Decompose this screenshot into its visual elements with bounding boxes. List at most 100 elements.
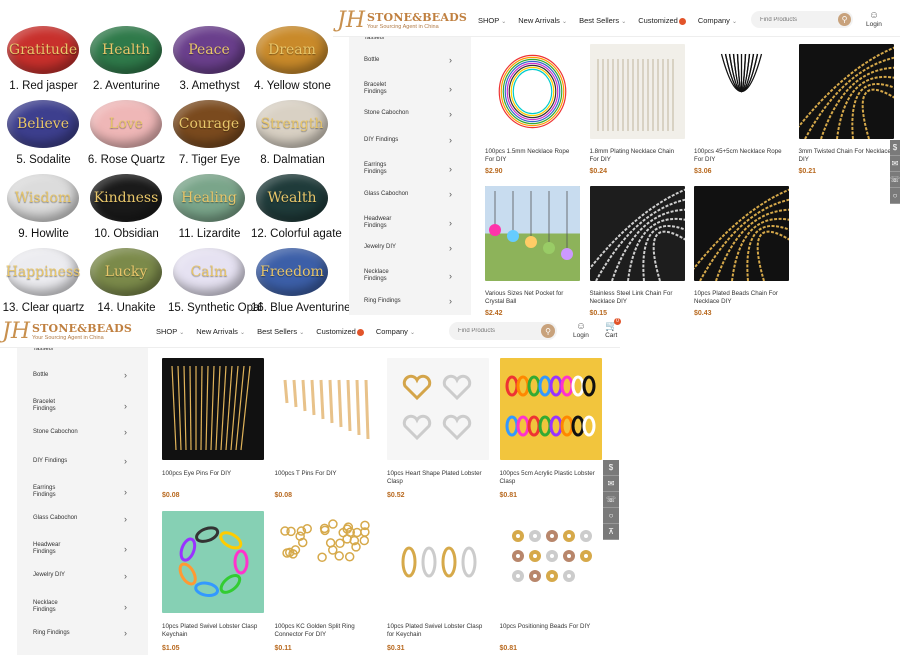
search-input[interactable] <box>760 11 832 28</box>
product-image[interactable] <box>694 44 789 139</box>
product-image[interactable] <box>274 358 377 460</box>
sidebar-item-earrings-findings[interactable]: Earrings Findings › <box>364 162 452 176</box>
product-image[interactable] <box>694 186 789 281</box>
sidebar-item-diy-findings[interactable]: DIY Findings › <box>364 135 452 145</box>
user-icon: ☺ <box>575 321 587 332</box>
chevron-down-icon: ⌄ <box>299 330 305 336</box>
bottom-login-button[interactable]: ☺ Login <box>573 321 589 339</box>
search-icon[interactable]: ⚲ <box>838 13 851 26</box>
mail-icon[interactable]: ✉ <box>890 156 900 172</box>
nav-company[interactable]: Company ⌄ <box>698 16 737 25</box>
product-title[interactable]: 10pcs Heart Shape Plated Lobster Clasp <box>387 470 489 486</box>
product-card[interactable]: 10pcs Positioning Beads For DIY $0.81 <box>499 511 602 660</box>
product-image[interactable] <box>387 358 489 460</box>
sidebar-item-stone-cabochon[interactable]: Stone Cabochon › <box>364 109 452 119</box>
product-card[interactable]: 10pcs Heart Shape Plated Lobster Clasp $0… <box>387 358 489 507</box>
bottom-logo[interactable]: JH STONE&BEADS Your Sourcing Agent in Ch… <box>2 319 132 344</box>
product-title[interactable]: 10pcs Positioning Beads For DIY <box>500 623 602 631</box>
product-title[interactable]: 100pcs Eye Pins For DIY <box>162 470 264 478</box>
product-card[interactable]: 10pcs Plated Beads Chain For Necklace DI… <box>694 186 789 324</box>
sidebar-item-glass-cabochon[interactable]: Glass Cabochon › <box>33 514 127 524</box>
dollar-icon[interactable]: $ <box>890 140 900 156</box>
phone-icon[interactable]: ☏ <box>603 492 619 508</box>
product-card[interactable]: Various Sizes Net Pocket for Crystal Bal… <box>485 186 580 324</box>
sidebar-item-bottle[interactable]: Bottle › <box>364 55 452 65</box>
product-title[interactable]: 10pcs Plated Swivel Lobster Clasp Keycha… <box>162 623 264 639</box>
product-title[interactable]: 100pcs 5cm Acrylic Plastic Lobster Clasp <box>500 470 602 486</box>
nav-best-sellers[interactable]: Best Sellers ⌄ <box>257 327 304 336</box>
product-card[interactable]: 10pcs Plated Swivel Lobster Clasp Keycha… <box>162 511 264 660</box>
top-logo[interactable]: JH STONE&BEADS Your Sourcing Agent in Ch… <box>337 8 467 33</box>
chevron-right-icon: › <box>124 544 127 555</box>
sidebar-item-necklace-findings[interactable]: Necklace Findings › <box>364 269 452 283</box>
product-card[interactable]: 100pcs 1.5mm Necklace Rope For DIY $2.90 <box>485 44 580 182</box>
product-card[interactable]: Stainless Steel Link Chain For Necklace … <box>589 186 685 324</box>
product-image[interactable] <box>798 44 894 139</box>
sidebar-item-bottle[interactable]: Bottle › <box>33 370 127 380</box>
product-image[interactable] <box>499 358 602 460</box>
phone-icon[interactable]: ☏ <box>890 172 900 188</box>
product-image[interactable] <box>274 511 377 613</box>
cart-label: Cart <box>605 332 618 339</box>
product-card[interactable]: 100pcs 5cm Acrylic Plastic Lobster Clasp… <box>499 358 602 507</box>
product-image[interactable] <box>485 186 580 281</box>
search-icon[interactable]: ⚲ <box>541 324 555 338</box>
sidebar-item-diy-findings[interactable]: DIY Findings › <box>33 456 127 466</box>
nav-customized[interactable]: Customized <box>638 16 686 25</box>
product-image[interactable] <box>162 511 264 613</box>
nav-new-arrivals[interactable]: New Arrivals ⌄ <box>518 16 567 25</box>
product-card[interactable]: 100pcs Eye Pins For DIY $0.08 <box>162 358 264 507</box>
product-image[interactable] <box>162 358 264 460</box>
back-to-top-icon[interactable]: ⊼ <box>603 524 619 540</box>
product-title[interactable]: 100pcs KC Golden Split Ring Connector Fo… <box>275 623 377 639</box>
chat-icon[interactable]: ○ <box>890 188 900 204</box>
dollar-icon[interactable]: $ <box>603 460 619 476</box>
product-title[interactable]: Various Sizes Net Pocket for Crystal Bal… <box>485 290 580 306</box>
product-card[interactable]: 100pcs 45+5cm Necklace Rope For DIY $3.06 <box>694 44 789 182</box>
product-card[interactable]: 100pcs KC Golden Split Ring Connector Fo… <box>274 511 377 660</box>
product-title[interactable]: Stainless Steel Link Chain For Necklace … <box>590 290 685 306</box>
product-card[interactable]: 1.8mm Plating Necklace Chain For DIY $0.2… <box>589 44 685 182</box>
sidebar-item-jewelry-diy[interactable]: Jewelry DIY › <box>364 243 452 253</box>
product-image[interactable] <box>499 511 602 613</box>
product-title[interactable]: 100pcs 45+5cm Necklace Rope For DIY <box>694 148 789 164</box>
sidebar-item-headwear-findings[interactable]: Headwear Findings › <box>33 542 127 556</box>
search-input[interactable] <box>458 322 534 340</box>
sidebar-item-jewelry-diy[interactable]: Jewelry DIY › <box>33 571 127 581</box>
sidebar-item-glass-cabochon[interactable]: Glass Cabochon › <box>364 189 452 199</box>
nav-new-arrivals[interactable]: New Arrivals ⌄ <box>196 327 245 336</box>
product-card[interactable]: 10pcs Plated Swivel Lobster Clasp for Ke… <box>387 511 489 660</box>
product-card[interactable]: 100pcs T Pins For DIY $0.08 <box>274 358 377 507</box>
nav-company[interactable]: Company ⌄ <box>376 327 415 336</box>
sidebar-item-stone-cabochon[interactable]: Stone Cabochon › <box>33 427 127 437</box>
sidebar-item-bracelet-findings[interactable]: Bracelet Findings › <box>364 82 452 96</box>
sidebar-item-bracelet-findings[interactable]: Bracelet Findings › <box>33 399 127 413</box>
sidebar-item-headwear-findings[interactable]: Headwear Findings › <box>364 216 452 230</box>
product-image[interactable] <box>387 511 489 613</box>
sidebar-item-ring-findings[interactable]: Ring Findings › <box>364 296 452 306</box>
product-title[interactable]: 1.8mm Plating Necklace Chain For DIY <box>590 148 685 164</box>
product-image[interactable] <box>589 44 685 139</box>
sidebar-item-label: Stone Cabochon <box>33 428 78 435</box>
cart-button[interactable]: 🛒 Cart 0 <box>605 318 621 339</box>
product-title[interactable]: 100pcs 1.5mm Necklace Rope For DIY <box>485 148 580 164</box>
product-card[interactable]: 3mm Twisted Chain For Necklace DIY $0.21 <box>798 44 894 182</box>
sidebar-item-necklace-findings[interactable]: Necklace Findings › <box>33 600 127 614</box>
top-login-button[interactable]: ☺ Login <box>866 10 882 28</box>
sidebar-item-earrings-findings[interactable]: Earrings Findings › <box>33 485 127 499</box>
nav-shop[interactable]: SHOP ⌄ <box>478 16 506 25</box>
chat-icon[interactable]: ○ <box>603 508 619 524</box>
nav-customized[interactable]: Customized <box>316 327 364 336</box>
sidebar-item-ring-findings[interactable]: Ring Findings › <box>33 628 127 638</box>
product-title[interactable]: 10pcs Plated Swivel Lobster Clasp for Ke… <box>387 623 489 639</box>
product-image[interactable] <box>589 186 685 281</box>
nav-shop[interactable]: SHOP ⌄ <box>156 327 184 336</box>
sidebar-item-label: Headwear Findings <box>33 542 61 556</box>
product-title[interactable]: 100pcs T Pins For DIY <box>275 470 377 478</box>
nav-best-sellers[interactable]: Best Sellers ⌄ <box>579 16 626 25</box>
mail-icon[interactable]: ✉ <box>603 476 619 492</box>
hot-icon <box>678 17 686 25</box>
product-title[interactable]: 10pcs Plated Beads Chain For Necklace DI… <box>694 290 789 306</box>
product-title[interactable]: 3mm Twisted Chain For Necklace DIY <box>799 148 894 164</box>
product-image[interactable] <box>485 44 580 139</box>
